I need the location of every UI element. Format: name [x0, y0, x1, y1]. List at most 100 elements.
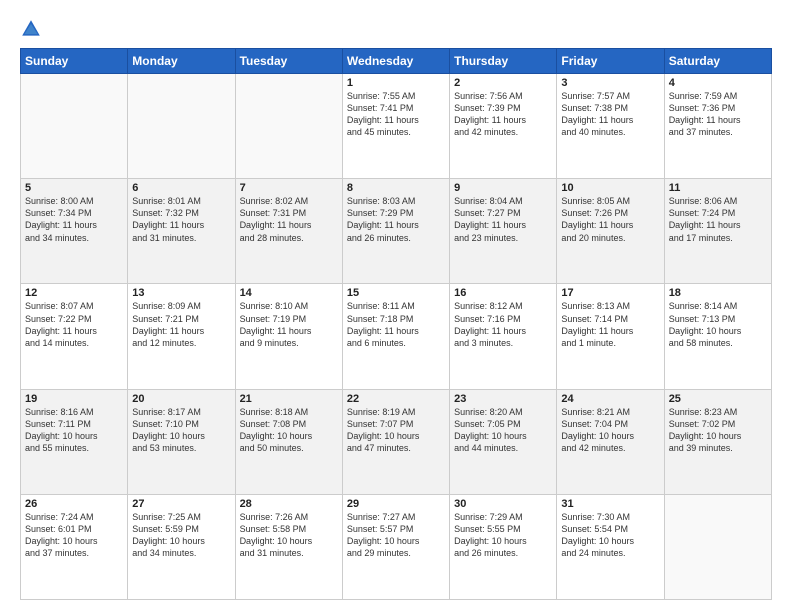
calendar-week-row: 1Sunrise: 7:55 AM Sunset: 7:41 PM Daylig… [21, 74, 772, 179]
day-number: 21 [240, 393, 338, 405]
day-info: Sunrise: 7:24 AM Sunset: 6:01 PM Dayligh… [25, 511, 123, 560]
logo [20, 18, 46, 40]
calendar-cell: 24Sunrise: 8:21 AM Sunset: 7:04 PM Dayli… [557, 389, 664, 494]
day-info: Sunrise: 8:04 AM Sunset: 7:27 PM Dayligh… [454, 195, 552, 244]
day-info: Sunrise: 8:02 AM Sunset: 7:31 PM Dayligh… [240, 195, 338, 244]
weekday-header: Saturday [664, 49, 771, 74]
calendar-cell: 14Sunrise: 8:10 AM Sunset: 7:19 PM Dayli… [235, 284, 342, 389]
calendar-cell: 30Sunrise: 7:29 AM Sunset: 5:55 PM Dayli… [450, 494, 557, 599]
calendar-cell: 13Sunrise: 8:09 AM Sunset: 7:21 PM Dayli… [128, 284, 235, 389]
calendar-cell: 27Sunrise: 7:25 AM Sunset: 5:59 PM Dayli… [128, 494, 235, 599]
weekday-header: Tuesday [235, 49, 342, 74]
calendar-week-row: 5Sunrise: 8:00 AM Sunset: 7:34 PM Daylig… [21, 179, 772, 284]
day-number: 31 [561, 498, 659, 510]
day-number: 6 [132, 182, 230, 194]
day-number: 10 [561, 182, 659, 194]
weekday-header: Sunday [21, 49, 128, 74]
day-number: 4 [669, 77, 767, 89]
calendar-week-row: 12Sunrise: 8:07 AM Sunset: 7:22 PM Dayli… [21, 284, 772, 389]
day-number: 20 [132, 393, 230, 405]
calendar-cell [235, 74, 342, 179]
day-info: Sunrise: 8:10 AM Sunset: 7:19 PM Dayligh… [240, 300, 338, 349]
day-number: 26 [25, 498, 123, 510]
day-info: Sunrise: 7:26 AM Sunset: 5:58 PM Dayligh… [240, 511, 338, 560]
calendar-cell: 3Sunrise: 7:57 AM Sunset: 7:38 PM Daylig… [557, 74, 664, 179]
day-info: Sunrise: 7:57 AM Sunset: 7:38 PM Dayligh… [561, 90, 659, 139]
day-number: 24 [561, 393, 659, 405]
day-info: Sunrise: 8:18 AM Sunset: 7:08 PM Dayligh… [240, 406, 338, 455]
day-number: 19 [25, 393, 123, 405]
calendar-cell: 16Sunrise: 8:12 AM Sunset: 7:16 PM Dayli… [450, 284, 557, 389]
day-info: Sunrise: 8:01 AM Sunset: 7:32 PM Dayligh… [132, 195, 230, 244]
calendar-cell [21, 74, 128, 179]
calendar-cell: 23Sunrise: 8:20 AM Sunset: 7:05 PM Dayli… [450, 389, 557, 494]
day-number: 12 [25, 287, 123, 299]
header [20, 18, 772, 40]
day-info: Sunrise: 8:17 AM Sunset: 7:10 PM Dayligh… [132, 406, 230, 455]
calendar-cell: 18Sunrise: 8:14 AM Sunset: 7:13 PM Dayli… [664, 284, 771, 389]
day-info: Sunrise: 7:29 AM Sunset: 5:55 PM Dayligh… [454, 511, 552, 560]
day-number: 30 [454, 498, 552, 510]
calendar-week-row: 26Sunrise: 7:24 AM Sunset: 6:01 PM Dayli… [21, 494, 772, 599]
calendar-cell: 25Sunrise: 8:23 AM Sunset: 7:02 PM Dayli… [664, 389, 771, 494]
day-info: Sunrise: 8:12 AM Sunset: 7:16 PM Dayligh… [454, 300, 552, 349]
day-number: 16 [454, 287, 552, 299]
day-info: Sunrise: 7:55 AM Sunset: 7:41 PM Dayligh… [347, 90, 445, 139]
day-info: Sunrise: 8:21 AM Sunset: 7:04 PM Dayligh… [561, 406, 659, 455]
day-info: Sunrise: 7:27 AM Sunset: 5:57 PM Dayligh… [347, 511, 445, 560]
calendar-cell: 19Sunrise: 8:16 AM Sunset: 7:11 PM Dayli… [21, 389, 128, 494]
calendar-cell: 2Sunrise: 7:56 AM Sunset: 7:39 PM Daylig… [450, 74, 557, 179]
day-number: 13 [132, 287, 230, 299]
calendar-cell [664, 494, 771, 599]
weekday-header: Thursday [450, 49, 557, 74]
calendar-cell: 15Sunrise: 8:11 AM Sunset: 7:18 PM Dayli… [342, 284, 449, 389]
calendar-cell: 31Sunrise: 7:30 AM Sunset: 5:54 PM Dayli… [557, 494, 664, 599]
calendar-header-row: SundayMondayTuesdayWednesdayThursdayFrid… [21, 49, 772, 74]
day-number: 25 [669, 393, 767, 405]
day-number: 8 [347, 182, 445, 194]
weekday-header: Friday [557, 49, 664, 74]
day-number: 14 [240, 287, 338, 299]
day-info: Sunrise: 8:07 AM Sunset: 7:22 PM Dayligh… [25, 300, 123, 349]
calendar-table: SundayMondayTuesdayWednesdayThursdayFrid… [20, 48, 772, 600]
day-info: Sunrise: 8:13 AM Sunset: 7:14 PM Dayligh… [561, 300, 659, 349]
calendar-cell: 8Sunrise: 8:03 AM Sunset: 7:29 PM Daylig… [342, 179, 449, 284]
day-info: Sunrise: 8:00 AM Sunset: 7:34 PM Dayligh… [25, 195, 123, 244]
day-info: Sunrise: 8:11 AM Sunset: 7:18 PM Dayligh… [347, 300, 445, 349]
calendar-cell: 20Sunrise: 8:17 AM Sunset: 7:10 PM Dayli… [128, 389, 235, 494]
day-number: 29 [347, 498, 445, 510]
day-info: Sunrise: 7:25 AM Sunset: 5:59 PM Dayligh… [132, 511, 230, 560]
day-info: Sunrise: 8:09 AM Sunset: 7:21 PM Dayligh… [132, 300, 230, 349]
day-number: 7 [240, 182, 338, 194]
calendar-cell: 10Sunrise: 8:05 AM Sunset: 7:26 PM Dayli… [557, 179, 664, 284]
calendar-cell: 11Sunrise: 8:06 AM Sunset: 7:24 PM Dayli… [664, 179, 771, 284]
calendar-cell: 4Sunrise: 7:59 AM Sunset: 7:36 PM Daylig… [664, 74, 771, 179]
day-info: Sunrise: 8:20 AM Sunset: 7:05 PM Dayligh… [454, 406, 552, 455]
calendar-cell: 21Sunrise: 8:18 AM Sunset: 7:08 PM Dayli… [235, 389, 342, 494]
calendar-cell: 6Sunrise: 8:01 AM Sunset: 7:32 PM Daylig… [128, 179, 235, 284]
weekday-header: Monday [128, 49, 235, 74]
day-number: 9 [454, 182, 552, 194]
day-number: 2 [454, 77, 552, 89]
calendar-cell: 28Sunrise: 7:26 AM Sunset: 5:58 PM Dayli… [235, 494, 342, 599]
day-number: 28 [240, 498, 338, 510]
day-info: Sunrise: 8:23 AM Sunset: 7:02 PM Dayligh… [669, 406, 767, 455]
weekday-header: Wednesday [342, 49, 449, 74]
calendar-cell: 5Sunrise: 8:00 AM Sunset: 7:34 PM Daylig… [21, 179, 128, 284]
day-number: 5 [25, 182, 123, 194]
calendar-cell: 29Sunrise: 7:27 AM Sunset: 5:57 PM Dayli… [342, 494, 449, 599]
calendar-cell: 12Sunrise: 8:07 AM Sunset: 7:22 PM Dayli… [21, 284, 128, 389]
day-info: Sunrise: 7:30 AM Sunset: 5:54 PM Dayligh… [561, 511, 659, 560]
calendar-cell: 9Sunrise: 8:04 AM Sunset: 7:27 PM Daylig… [450, 179, 557, 284]
day-info: Sunrise: 8:03 AM Sunset: 7:29 PM Dayligh… [347, 195, 445, 244]
day-info: Sunrise: 8:05 AM Sunset: 7:26 PM Dayligh… [561, 195, 659, 244]
day-number: 22 [347, 393, 445, 405]
calendar-cell [128, 74, 235, 179]
calendar-cell: 7Sunrise: 8:02 AM Sunset: 7:31 PM Daylig… [235, 179, 342, 284]
logo-icon [20, 18, 42, 40]
calendar-cell: 17Sunrise: 8:13 AM Sunset: 7:14 PM Dayli… [557, 284, 664, 389]
day-info: Sunrise: 8:16 AM Sunset: 7:11 PM Dayligh… [25, 406, 123, 455]
calendar-week-row: 19Sunrise: 8:16 AM Sunset: 7:11 PM Dayli… [21, 389, 772, 494]
calendar-cell: 26Sunrise: 7:24 AM Sunset: 6:01 PM Dayli… [21, 494, 128, 599]
day-number: 27 [132, 498, 230, 510]
